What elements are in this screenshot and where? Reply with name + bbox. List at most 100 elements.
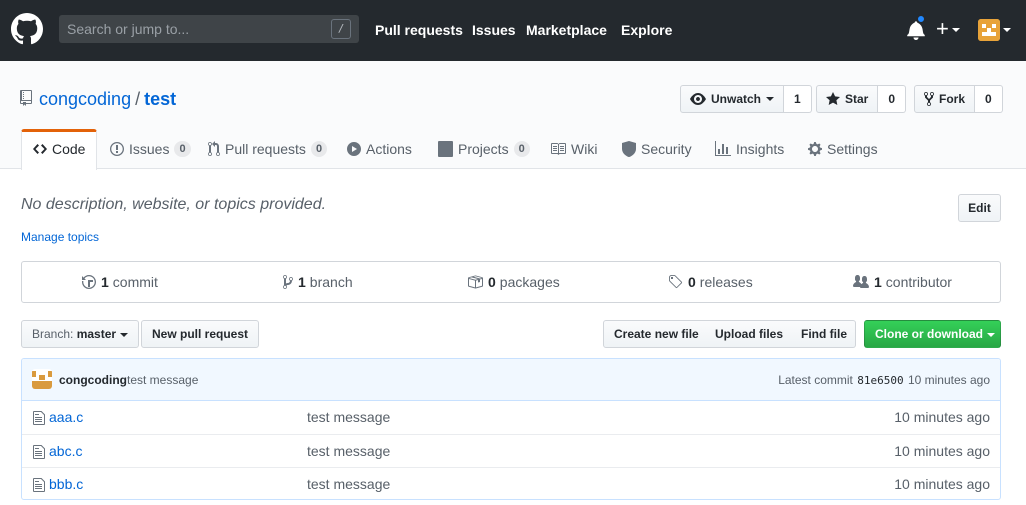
summary-packages-count: 0 xyxy=(488,274,496,290)
eye-icon xyxy=(690,93,706,105)
tab-wiki-label: Wiki xyxy=(571,141,598,157)
nav-pull-requests[interactable]: Pull requests xyxy=(375,21,463,39)
watchers-count[interactable]: 1 xyxy=(784,85,812,113)
project-icon xyxy=(438,141,453,157)
nav-marketplace[interactable]: Marketplace xyxy=(526,21,607,39)
file-table: congcoding test message Latest commit 81… xyxy=(21,358,1001,500)
search-input[interactable] xyxy=(59,15,329,43)
plus-icon: + xyxy=(936,16,949,41)
graph-icon xyxy=(715,141,731,156)
search-shortcut-key: / xyxy=(331,19,351,39)
tab-pull-requests[interactable]: Pull requests 0 xyxy=(208,129,328,169)
tab-projects-count: 0 xyxy=(513,141,530,157)
latest-commit-bar: congcoding test message Latest commit 81… xyxy=(22,359,1000,401)
find-file-button[interactable]: Find file xyxy=(791,320,856,348)
repo-separator: / xyxy=(135,89,141,109)
repo-title: congcoding / test xyxy=(39,88,176,110)
file-commit-message[interactable]: test message xyxy=(307,476,390,492)
manage-topics-link[interactable]: Manage topics xyxy=(21,230,99,244)
summary-commits-count: 1 xyxy=(101,274,109,290)
fork-button[interactable]: Fork xyxy=(914,85,976,113)
summary-releases-label: releases xyxy=(699,274,753,290)
branch-prefix: Branch: xyxy=(32,327,74,341)
tab-wiki[interactable]: Wiki xyxy=(550,129,597,169)
summary-branches[interactable]: 1 branch xyxy=(283,262,353,302)
play-icon xyxy=(347,142,361,156)
summary-packages[interactable]: 0 packages xyxy=(467,262,560,302)
create-new-file-button[interactable]: Create new file xyxy=(603,320,710,348)
file-name-link[interactable]: bbb.c xyxy=(49,476,83,492)
avatar[interactable] xyxy=(32,369,52,389)
summary-commits[interactable]: 1 commit xyxy=(82,262,158,302)
code-icon xyxy=(33,144,47,154)
tab-settings[interactable]: Settings xyxy=(808,129,878,169)
nav-issues[interactable]: Issues xyxy=(472,21,516,39)
branch-name: master xyxy=(76,327,117,341)
upload-files-button[interactable]: Upload files xyxy=(705,320,795,348)
issue-opened-icon xyxy=(110,142,124,156)
file-age: 10 minutes ago xyxy=(894,443,990,459)
summary-commits-label: commit xyxy=(112,274,158,290)
tab-actions[interactable]: Actions xyxy=(347,129,412,169)
file-commit-message[interactable]: test message xyxy=(307,409,390,425)
star-button[interactable]: Star xyxy=(816,85,879,113)
identicon-icon xyxy=(32,369,52,389)
branch-select-button[interactable]: Branch: master xyxy=(21,320,140,348)
create-new-menu[interactable]: + xyxy=(936,18,966,40)
tab-insights-label: Insights xyxy=(736,141,785,157)
repo-description: No description, website, or topics provi… xyxy=(21,196,327,213)
package-icon xyxy=(468,275,483,289)
new-pull-request-button[interactable]: New pull request xyxy=(141,320,260,348)
identicon-icon xyxy=(978,19,1000,41)
chevron-down-icon xyxy=(987,332,995,337)
chevron-down-icon xyxy=(766,97,775,101)
table-row: abc.c test message 10 minutes ago xyxy=(22,434,1000,467)
tab-security[interactable]: Security xyxy=(622,129,692,169)
summary-releases[interactable]: 0 releases xyxy=(668,262,753,302)
nav-explore[interactable]: Explore xyxy=(621,21,672,39)
commit-message[interactable]: test message xyxy=(127,373,198,387)
global-header: / Pull requests Issues Marketplace Explo… xyxy=(0,0,1026,61)
summary-contributors[interactable]: 1 contributor xyxy=(853,262,952,302)
search-box xyxy=(59,15,359,43)
commit-sha-link[interactable]: 81e6500 xyxy=(857,374,903,387)
commit-author[interactable]: congcoding xyxy=(59,373,127,387)
github-logo-icon[interactable] xyxy=(11,13,43,45)
file-name-link[interactable]: aaa.c xyxy=(49,409,83,425)
file-icon xyxy=(33,478,45,492)
chevron-down-icon xyxy=(951,28,960,33)
file-icon xyxy=(33,445,45,459)
tab-code-label: Code xyxy=(52,141,86,157)
watch-group: Unwatch 1 xyxy=(680,85,812,113)
repo-summary: 1 commit 1 branch 0 packages 0 releases 1 con… xyxy=(21,261,1001,303)
summary-packages-label: packages xyxy=(499,274,560,290)
file-age: 10 minutes ago xyxy=(894,476,990,492)
star-label: Star xyxy=(845,92,869,106)
tab-actions-label: Actions xyxy=(366,141,412,157)
clone-or-download-button[interactable]: Clone or download xyxy=(864,320,1001,348)
unwatch-label: Unwatch xyxy=(711,92,762,106)
tag-icon xyxy=(669,275,683,289)
table-row: aaa.c test message 10 minutes ago xyxy=(22,401,1000,434)
tab-code[interactable]: Code xyxy=(33,129,85,169)
file-name-link[interactable]: abc.c xyxy=(49,443,82,459)
tab-insights[interactable]: Insights xyxy=(715,129,784,169)
star-icon xyxy=(826,92,840,105)
summary-branches-count: 1 xyxy=(298,274,306,290)
stars-count[interactable]: 0 xyxy=(878,85,907,113)
tab-projects[interactable]: Projects 0 xyxy=(438,129,530,169)
file-icon xyxy=(33,411,45,425)
summary-releases-count: 0 xyxy=(688,274,696,290)
tab-issues[interactable]: Issues 0 xyxy=(110,129,191,169)
summary-contributors-label: contributor xyxy=(885,274,952,290)
user-menu-chevron-icon[interactable] xyxy=(1003,28,1011,32)
latest-commit-prefix: Latest commit xyxy=(778,373,853,387)
file-commit-message[interactable]: test message xyxy=(307,443,390,459)
edit-button[interactable]: Edit xyxy=(958,194,1001,222)
forks-count[interactable]: 0 xyxy=(975,85,1003,113)
user-avatar[interactable] xyxy=(978,19,1000,41)
repo-owner-link[interactable]: congcoding xyxy=(39,89,131,109)
unwatch-button[interactable]: Unwatch xyxy=(680,85,785,113)
tab-issues-count: 0 xyxy=(174,141,191,157)
repo-name-link[interactable]: test xyxy=(144,89,176,109)
